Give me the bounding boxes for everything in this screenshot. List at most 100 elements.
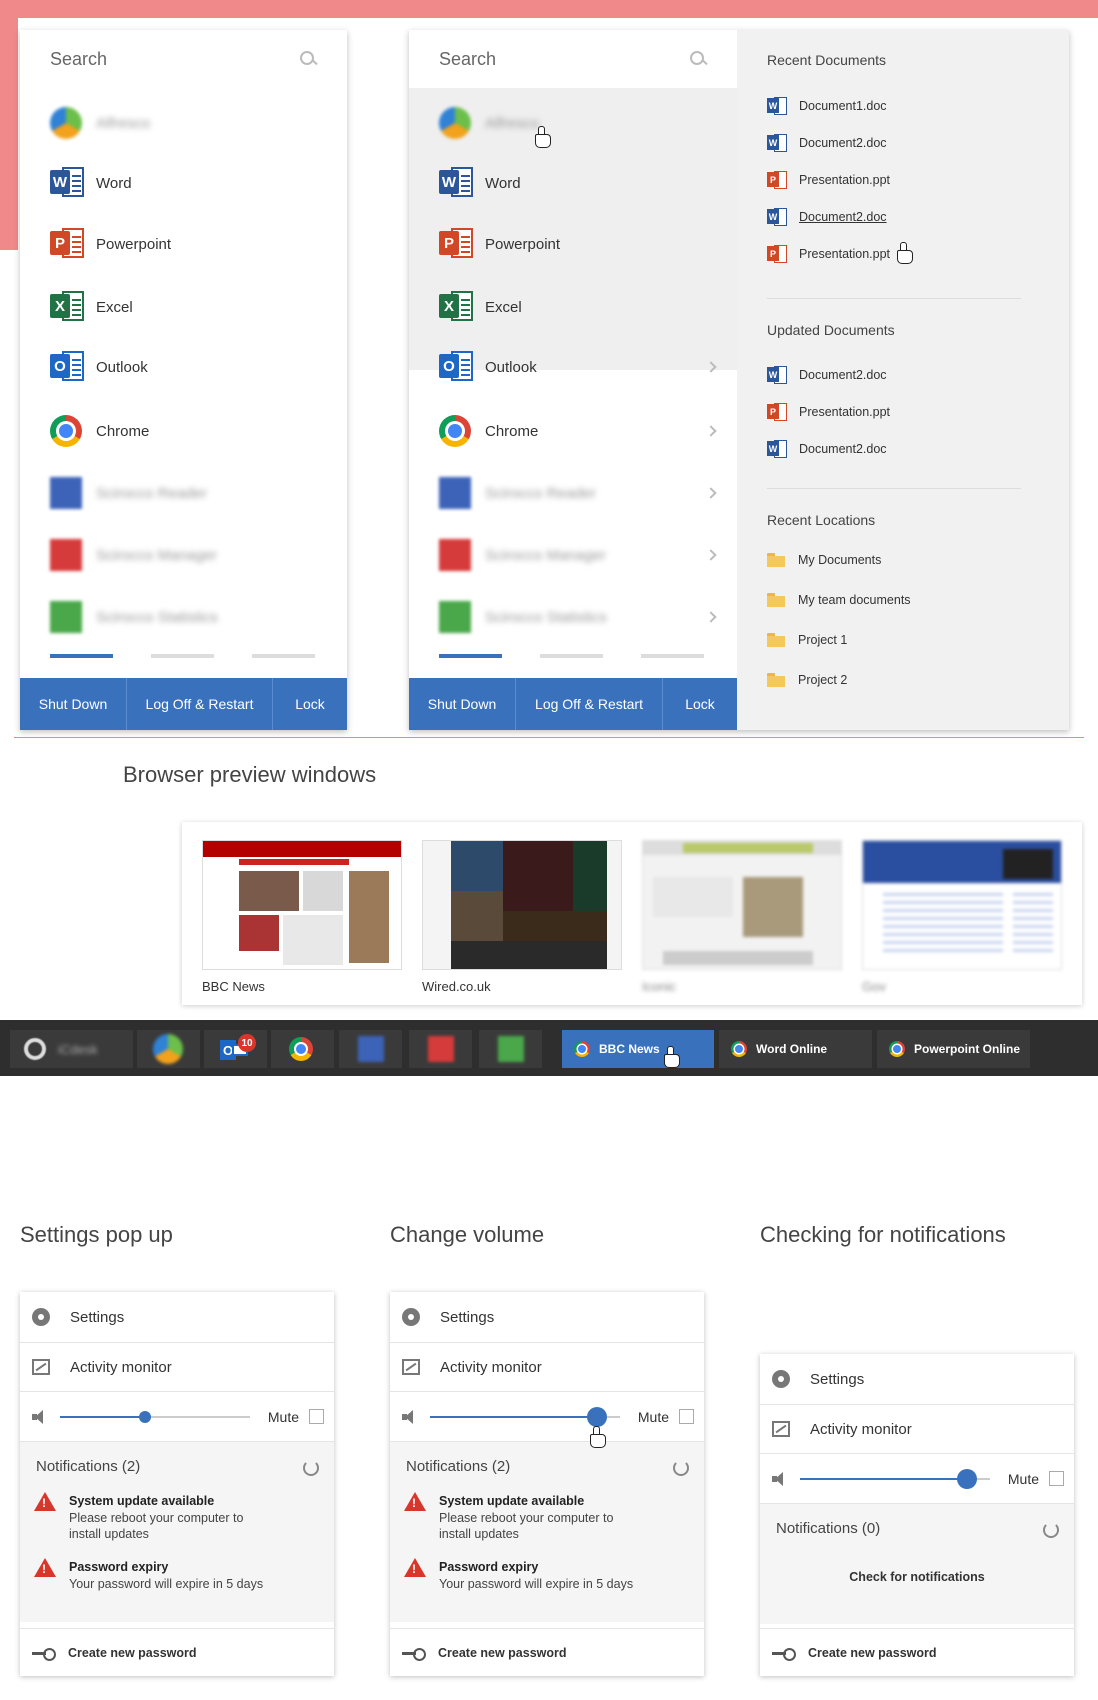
iconic-thumbnail[interactable] (642, 840, 842, 970)
document-item[interactable]: P Presentation.ppt (767, 171, 890, 189)
page-indicator[interactable] (151, 654, 214, 658)
app-item[interactable]: Scirocco Reader (20, 463, 347, 523)
start-button[interactable]: iCdesk (10, 1030, 133, 1068)
create-new-password-button[interactable]: Create new password (20, 1628, 334, 1676)
app-item[interactable]: P Powerpoint (20, 214, 347, 274)
taskbar-scirocco-reader[interactable] (339, 1030, 402, 1068)
shutdown-button[interactable]: Shut Down (20, 678, 127, 730)
app-item[interactable]: X Excel (20, 277, 347, 337)
app-item[interactable]: Alfresco (409, 93, 737, 153)
location-item[interactable]: Project 2 (767, 673, 847, 687)
document-item[interactable]: W Document2.doc (767, 440, 887, 458)
volume-slider-handle[interactable] (587, 1406, 608, 1427)
shutdown-button[interactable]: Shut Down (409, 678, 516, 730)
app-item[interactable]: O Outlook (20, 337, 347, 397)
app-item[interactable]: W Word (409, 153, 737, 213)
create-password-label: Create new password (808, 1645, 937, 1660)
speaker-icon[interactable] (32, 1409, 48, 1424)
volume-slider-handle[interactable] (139, 1410, 152, 1423)
powerpoint-icon: P (767, 245, 787, 263)
app-item[interactable]: Chrome (20, 401, 347, 461)
taskbar-tab-bbc-news[interactable]: BBC News (562, 1030, 714, 1068)
warning-icon (34, 1558, 56, 1577)
volume-slider-handle[interactable] (957, 1468, 978, 1489)
page-indicator-active[interactable] (439, 654, 502, 658)
activity-monitor-row[interactable]: Activity monitor (760, 1405, 1074, 1454)
speaker-icon[interactable] (402, 1409, 418, 1424)
search-icon[interactable] (299, 50, 317, 68)
check-for-notifications-button[interactable]: Check for notifications (760, 1570, 1074, 1584)
settings-row[interactable]: Settings (20, 1292, 334, 1343)
volume-slider[interactable] (60, 1410, 250, 1423)
refresh-icon[interactable] (673, 1460, 689, 1476)
thumbnail-label: Iconic (642, 979, 676, 994)
mute-checkbox[interactable] (1049, 1471, 1064, 1486)
document-item[interactable]: P Presentation.ppt (767, 403, 890, 421)
taskbar-scirocco-manager[interactable] (409, 1030, 472, 1068)
app-item[interactable]: P Powerpoint (409, 214, 737, 274)
scirocco-manager-icon (50, 539, 82, 571)
mute-checkbox[interactable] (309, 1409, 324, 1424)
volume-slider[interactable] (800, 1468, 990, 1489)
document-item[interactable]: P Presentation.ppt (767, 245, 890, 263)
taskbar-outlook[interactable]: O 10 (204, 1030, 267, 1068)
location-item[interactable]: Project 1 (767, 633, 847, 647)
mute-checkbox[interactable] (679, 1409, 694, 1424)
page-indicator[interactable] (540, 654, 603, 658)
taskbar-alfresco[interactable] (137, 1030, 200, 1068)
logoff-restart-button[interactable]: Log Off & Restart (516, 678, 663, 730)
taskbar-chrome[interactable] (271, 1030, 334, 1068)
lock-button[interactable]: Lock (273, 678, 347, 730)
chevron-right-icon (705, 425, 717, 437)
wired-thumbnail[interactable] (422, 840, 622, 970)
key-icon (402, 1647, 426, 1661)
create-new-password-button[interactable]: Create new password (390, 1628, 704, 1676)
volume-row: Mute (390, 1392, 704, 1442)
search-icon[interactable] (689, 50, 707, 68)
updated-documents-heading: Updated Documents (767, 322, 895, 338)
activity-monitor-row[interactable]: Activity monitor (20, 1343, 334, 1392)
app-item[interactable]: Scirocco Statistics (409, 587, 737, 647)
app-item[interactable]: X Excel (409, 277, 737, 337)
page-indicator[interactable] (252, 654, 315, 658)
document-item[interactable]: W Document2.doc (767, 134, 887, 152)
location-item[interactable]: My team documents (767, 593, 911, 607)
location-label: My Documents (798, 553, 882, 567)
search-input[interactable]: Search (20, 30, 347, 88)
thumbnail-label: BBC News (202, 979, 265, 994)
settings-row[interactable]: Settings (390, 1292, 704, 1343)
app-item[interactable]: Chrome (409, 401, 737, 461)
logoff-restart-button[interactable]: Log Off & Restart (127, 678, 273, 730)
search-input[interactable]: Search (409, 30, 737, 88)
create-new-password-button[interactable]: Create new password (760, 1628, 1074, 1676)
taskbar-tab-powerpoint-online[interactable]: Powerpoint Online (877, 1030, 1030, 1068)
location-item[interactable]: My Documents (767, 553, 881, 567)
gov-thumbnail[interactable] (862, 840, 1062, 970)
volume-slider[interactable] (430, 1406, 620, 1427)
taskbar-scirocco-statistics[interactable] (479, 1030, 542, 1068)
page-indicator[interactable] (641, 654, 704, 658)
app-item[interactable]: Scirocco Manager (20, 525, 347, 585)
bbc-thumbnail[interactable] (202, 840, 402, 970)
app-item[interactable]: O Outlook (409, 337, 737, 397)
settings-row[interactable]: Settings (760, 1354, 1074, 1405)
activity-monitor-row[interactable]: Activity monitor (390, 1343, 704, 1392)
refresh-icon[interactable] (303, 1460, 319, 1476)
app-label: Excel (485, 298, 522, 316)
page-indicator-active[interactable] (50, 654, 113, 658)
app-item[interactable]: Scirocco Reader (409, 463, 737, 523)
document-item[interactable]: W Document2.doc (767, 366, 887, 384)
app-label: Outlook (96, 358, 148, 376)
taskbar-tab-word-online[interactable]: Word Online (719, 1030, 872, 1068)
app-item[interactable]: Alfresco (20, 93, 347, 153)
refresh-icon[interactable] (1043, 1522, 1059, 1538)
document-item[interactable]: W Document2.doc (767, 208, 887, 226)
app-item[interactable]: Scirocco Statistics (20, 587, 347, 647)
app-item[interactable]: Scirocco Manager (409, 525, 737, 585)
divider (767, 488, 1021, 489)
alfresco-icon (50, 107, 82, 139)
app-item[interactable]: W Word (20, 153, 347, 213)
lock-button[interactable]: Lock (663, 678, 737, 730)
document-item[interactable]: W Document1.doc (767, 97, 887, 115)
speaker-icon[interactable] (772, 1471, 788, 1486)
